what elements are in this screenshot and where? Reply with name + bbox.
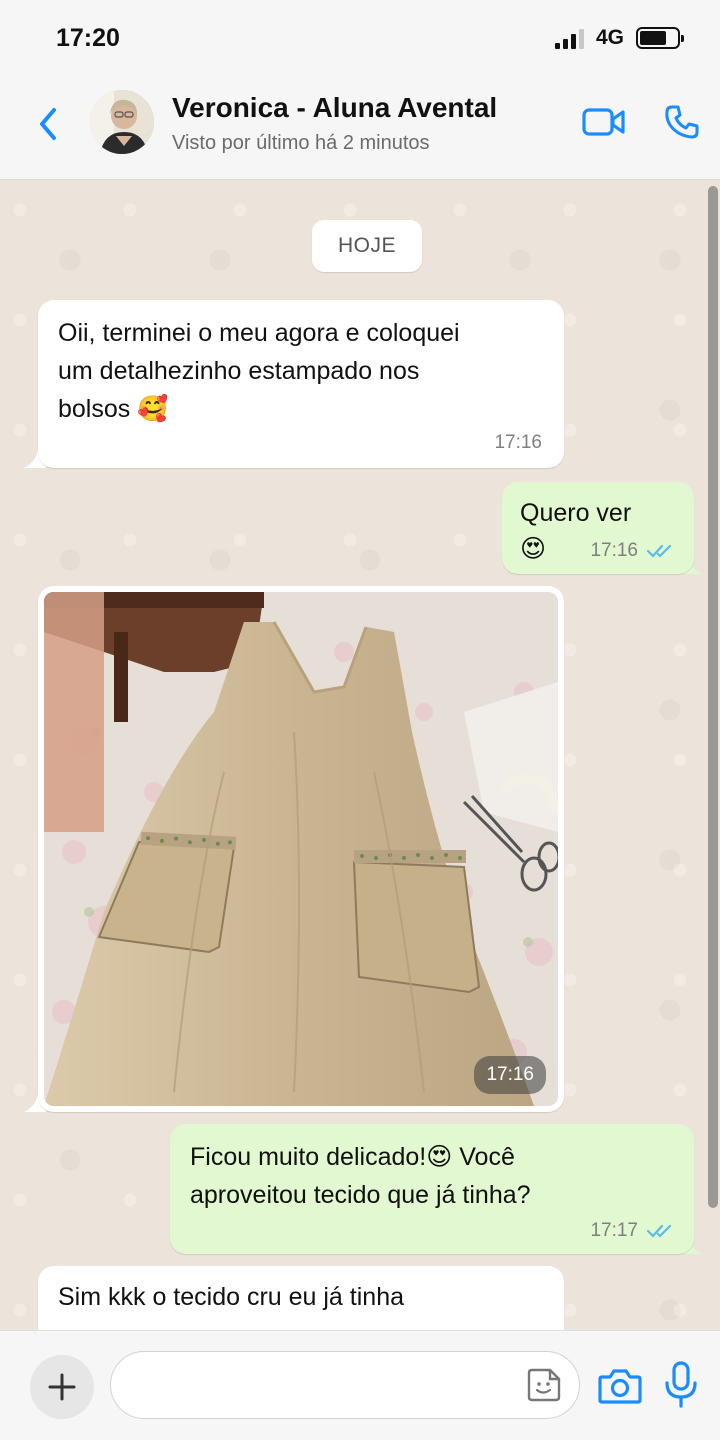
sticker-button[interactable] [526, 1367, 562, 1403]
message-bubble-outgoing[interactable]: Quero ver 😍 17:16 [502, 482, 694, 574]
apron-photo[interactable]: 17:16 [44, 592, 558, 1106]
signal-icon [554, 27, 584, 49]
message-text: Quero ver [520, 499, 632, 527]
video-call-button[interactable] [582, 106, 626, 138]
back-button[interactable] [34, 104, 64, 144]
attach-button[interactable] [30, 1355, 94, 1419]
contact-name[interactable]: Veronica - Aluna Avental [172, 92, 497, 124]
video-camera-icon [582, 108, 625, 136]
chevron-left-icon [40, 108, 56, 140]
photo-time: 17:16 [474, 1056, 546, 1094]
voice-call-button[interactable] [664, 104, 700, 140]
message-bubble-incoming[interactable]: Sim kkk o tecido cru eu já tinha [38, 1266, 564, 1330]
message-text: Oii, terminei o meu agora e coloquei [58, 319, 460, 347]
camera-button[interactable] [598, 1367, 642, 1405]
battery-icon [636, 27, 684, 49]
status-bar: 17:20 4G [0, 0, 720, 78]
input-bar [0, 1330, 720, 1440]
status-indicators: 4G [554, 26, 684, 50]
network-type: 4G [595, 26, 624, 49]
message-input[interactable] [110, 1351, 580, 1419]
message-bubble-outgoing[interactable]: Ficou muito delicado!😍 Você aproveitou t… [170, 1124, 694, 1254]
phone-icon [665, 105, 699, 139]
message-text: Ficou muito delicado!😍 Você [190, 1143, 515, 1171]
read-ticks-icon [646, 1224, 672, 1238]
message-text: um detalhezinho estampado nos [58, 357, 420, 385]
image-message-bubble[interactable]: 17:16 [38, 586, 564, 1112]
status-time: 17:20 [56, 24, 120, 52]
date-chip: HOJE [312, 220, 422, 272]
chat-header: Veronica - Aluna Avental Visto por últim… [0, 78, 720, 180]
camera-icon [598, 1369, 642, 1404]
message-bubble-incoming[interactable]: Oii, terminei o meu agora e coloquei um … [38, 300, 564, 468]
message-text: Sim kkk o tecido cru eu já tinha [58, 1283, 404, 1311]
chat-area[interactable]: HOJE Oii, terminei o meu agora e coloque… [0, 180, 720, 1330]
microphone-button[interactable] [664, 1361, 698, 1409]
message-time: 17:16 [494, 432, 542, 453]
plus-icon [48, 1373, 76, 1401]
message-text: bolsos 🥰 [58, 395, 169, 423]
scrollbar[interactable] [708, 186, 718, 1208]
message-text: aproveitou tecido que já tinha? [190, 1181, 531, 1209]
avatar[interactable] [90, 90, 154, 154]
last-seen-status: Visto por último há 2 minutos [172, 132, 430, 154]
message-time: 17:17 [590, 1220, 638, 1241]
microphone-icon [665, 1361, 697, 1408]
message-time: 17:16 [590, 540, 638, 561]
sticker-icon [527, 1368, 561, 1402]
read-ticks-icon [646, 544, 672, 558]
